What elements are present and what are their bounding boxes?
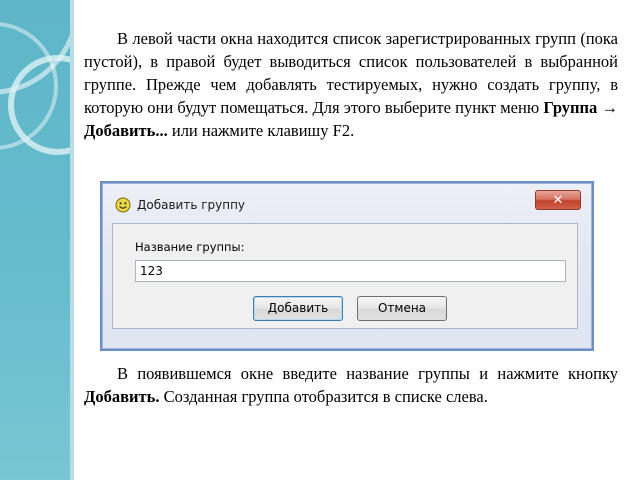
cancel-button[interactable]: Отмена (357, 296, 447, 321)
button-name: Добавить. (84, 387, 160, 406)
paragraph-text: или нажмите клавишу F2. (167, 121, 355, 140)
dialog-screenshot: Добавить группу ✕ Название группы: Добав… (100, 181, 594, 351)
instruction-paragraph-2: В появившемся окне введите название груп… (84, 362, 618, 408)
decorative-side-band (0, 0, 70, 480)
instruction-paragraph-1: В левой части окна находится список заре… (84, 27, 618, 142)
decorative-stripe (70, 0, 74, 480)
paragraph-text: Созданная группа отобразится в списке сл… (159, 387, 488, 406)
close-button[interactable]: ✕ (535, 190, 581, 210)
close-icon: ✕ (552, 193, 564, 208)
menu-item-name: Группа (543, 98, 598, 117)
menu-arrow: → (597, 98, 618, 117)
dialog-client-area: Название группы: Добавить Отмена (112, 223, 578, 329)
group-name-input[interactable] (135, 260, 566, 282)
dialog-titlebar[interactable]: Добавить группу ✕ (103, 184, 591, 214)
dialog-title: Добавить группу (137, 198, 246, 212)
paragraph-text: В левой части окна находится список заре… (84, 29, 618, 117)
add-group-dialog: Добавить группу ✕ Название группы: Добав… (102, 183, 592, 349)
paragraph-text: В появившемся окне введите название груп… (117, 364, 618, 383)
group-name-label: Название группы: (135, 240, 245, 254)
submenu-item-name: Добавить... (84, 121, 168, 140)
smiley-icon (115, 197, 131, 213)
add-button[interactable]: Добавить (253, 296, 343, 321)
